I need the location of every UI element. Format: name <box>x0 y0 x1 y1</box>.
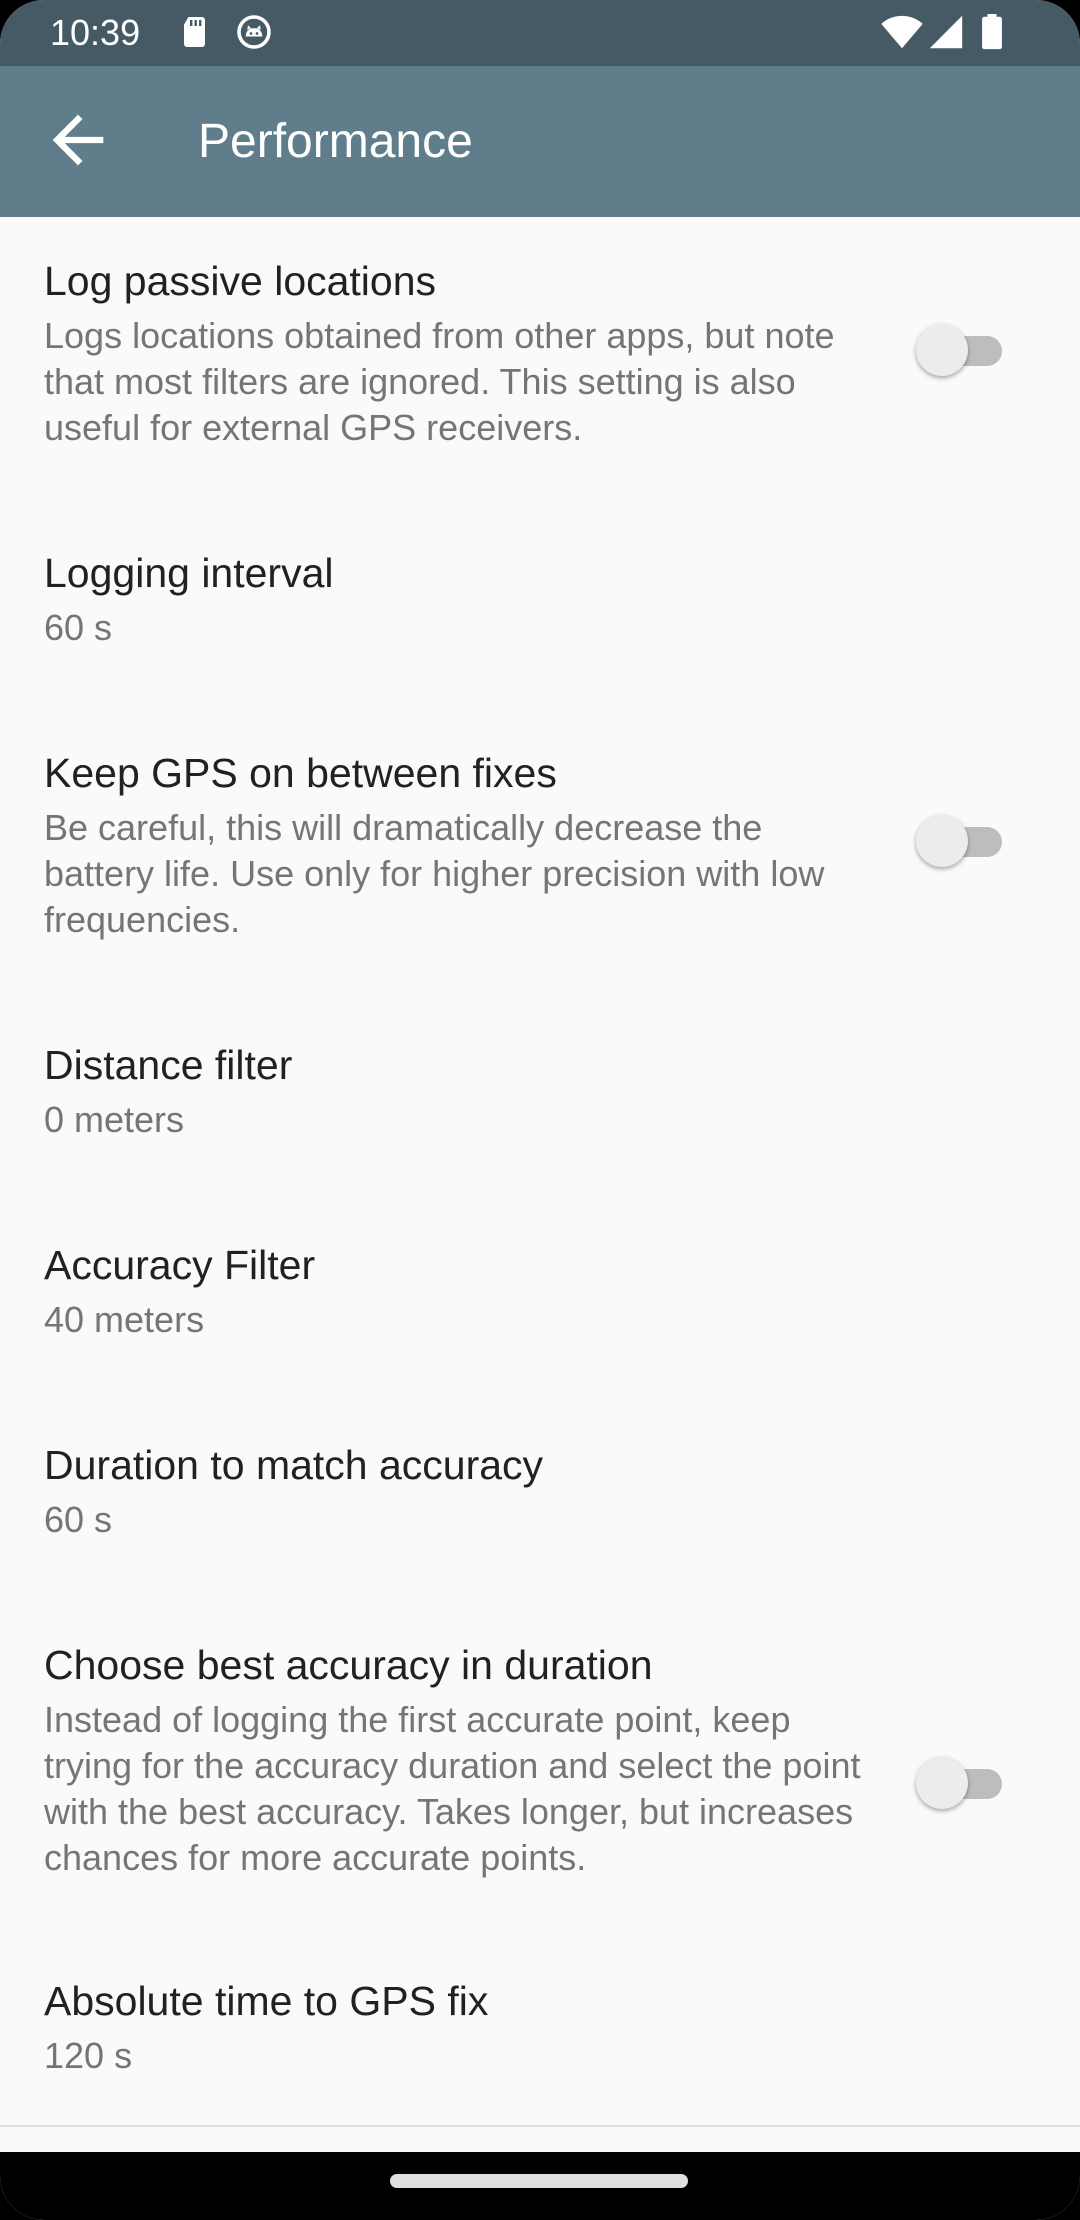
pref-title: Accuracy Filter <box>44 1242 316 1288</box>
pref-summary: Instead of logging the first accurate po… <box>44 1699 861 1878</box>
pref-accuracy-filter[interactable]: Accuracy Filter 40 meters <box>0 1199 1080 1399</box>
pref-log-passive-locations[interactable]: Log passive locations Logs locations obt… <box>0 217 1080 507</box>
choose-best-accuracy-switch[interactable] <box>916 1755 1006 1811</box>
pref-title: Log passive locations <box>44 258 437 304</box>
status-time: 10:39 <box>50 12 141 53</box>
pref-summary: 60 s <box>44 1499 113 1540</box>
pref-absolute-time-to-gps-fix[interactable]: Absolute time to GPS fix 120 s <box>0 1937 1080 2125</box>
arrow-back-icon <box>40 114 116 182</box>
pref-distance-filter[interactable]: Distance filter 0 meters <box>0 999 1080 1199</box>
phone-screen: 10:39 Performance Log passive locations … <box>0 0 1080 2220</box>
app-bar: Performance <box>0 66 1080 217</box>
pref-title: Distance filter <box>44 1042 293 1088</box>
pref-summary: 40 meters <box>44 1299 205 1340</box>
list-divider <box>0 2125 1080 2127</box>
pref-summary: 60 s <box>44 607 113 648</box>
status-bar: 10:39 <box>0 0 1080 66</box>
navigation-bar <box>0 2152 1080 2220</box>
github-cat-icon <box>236 14 272 50</box>
pref-summary: 120 s <box>44 2035 133 2076</box>
switch-thumb <box>916 324 968 376</box>
keep-gps-on-switch[interactable] <box>916 813 1006 869</box>
pref-summary: Logs locations obtained from other apps,… <box>44 315 835 448</box>
battery-icon <box>980 14 1004 50</box>
pref-duration-to-match-accuracy[interactable]: Duration to match accuracy 60 s <box>0 1399 1080 1599</box>
pref-title: Duration to match accuracy <box>44 1442 544 1488</box>
pref-keep-gps-on[interactable]: Keep GPS on between fixes Be careful, th… <box>0 707 1080 999</box>
switch-thumb <box>916 1757 968 1809</box>
pref-choose-best-accuracy[interactable]: Choose best accuracy in duration Instead… <box>0 1599 1080 1937</box>
wifi-icon <box>880 14 924 50</box>
pref-summary: Be careful, this will dramatically decre… <box>44 807 825 940</box>
home-indicator[interactable] <box>390 2174 688 2188</box>
sd-card-icon <box>178 14 214 50</box>
pref-summary: 0 meters <box>44 1099 185 1140</box>
pref-title: Absolute time to GPS fix <box>44 1978 489 2024</box>
page-title: Performance <box>198 115 473 168</box>
log-passive-locations-switch[interactable] <box>916 322 1006 378</box>
back-button[interactable] <box>40 102 116 178</box>
switch-thumb <box>916 815 968 867</box>
signal-icon <box>928 14 964 50</box>
pref-logging-interval[interactable]: Logging interval 60 s <box>0 507 1080 707</box>
pref-title: Keep GPS on between fixes <box>44 750 557 796</box>
pref-title: Choose best accuracy in duration <box>44 1642 653 1688</box>
settings-list: Log passive locations Logs locations obt… <box>0 217 1080 2127</box>
pref-title: Logging interval <box>44 550 334 596</box>
